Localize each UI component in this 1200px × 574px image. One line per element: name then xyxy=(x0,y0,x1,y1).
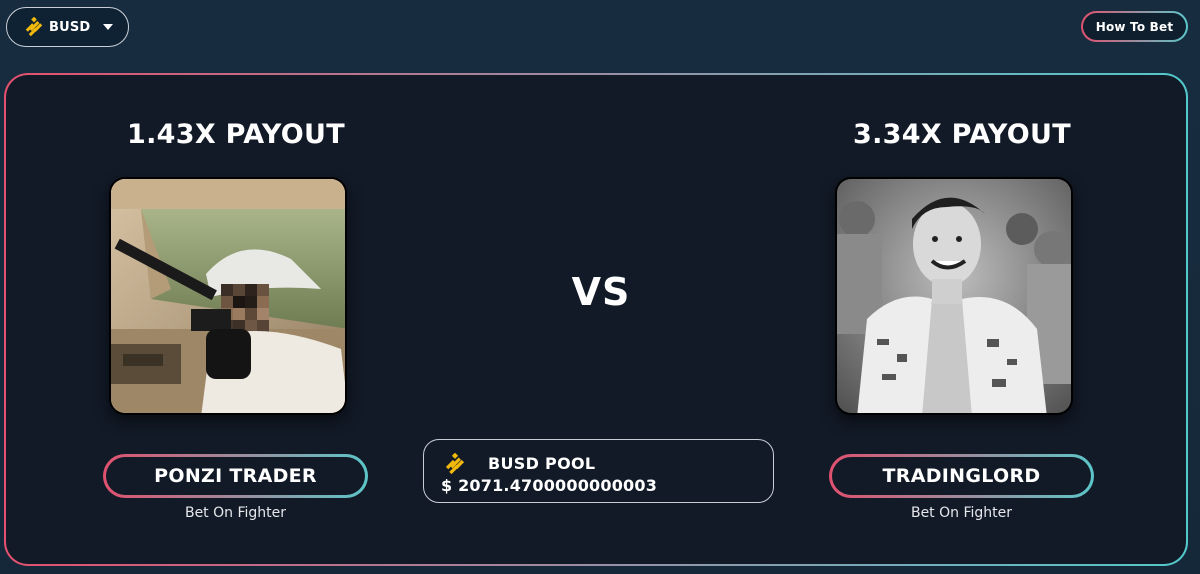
how-to-bet-button[interactable]: How To Bet xyxy=(1081,11,1188,42)
left-payout: 1.43X PAYOUT xyxy=(127,119,345,150)
fight-panel: 1.43X PAYOUT 3.34X PAYOUT VS PONZI TRADE… xyxy=(4,73,1188,566)
right-fighter-photo xyxy=(835,177,1073,415)
busd-logo-icon xyxy=(25,17,43,37)
fight-panel-inner: 1.43X PAYOUT 3.34X PAYOUT VS PONZI TRADE… xyxy=(6,75,1186,564)
right-fighter-name: TRADINGLORD xyxy=(832,457,1091,495)
how-to-bet-label: How To Bet xyxy=(1083,13,1186,40)
token-selector[interactable]: BUSD xyxy=(6,7,129,47)
right-fighter-image xyxy=(837,179,1071,413)
left-fighter-button[interactable]: PONZI TRADER xyxy=(103,454,368,498)
pool-title: BUSD POOL xyxy=(488,454,596,473)
busd-pool-card: BUSD POOL $ 2071.4700000000003 xyxy=(423,439,774,503)
left-fighter-photo xyxy=(109,177,347,415)
left-fighter-name: PONZI TRADER xyxy=(106,457,365,495)
left-fighter-image xyxy=(111,179,345,413)
versus-label: VS xyxy=(571,270,631,314)
right-bet-on-fighter-link[interactable]: Bet On Fighter xyxy=(829,505,1094,521)
left-bet-on-fighter-link[interactable]: Bet On Fighter xyxy=(103,505,368,521)
right-payout: 3.34X PAYOUT xyxy=(853,119,1071,150)
right-fighter-button[interactable]: TRADINGLORD xyxy=(829,454,1094,498)
busd-logo-icon xyxy=(445,453,465,475)
token-selector-label: BUSD xyxy=(49,19,91,35)
pool-amount: $ 2071.4700000000003 xyxy=(441,476,658,495)
chevron-down-icon xyxy=(103,24,113,30)
